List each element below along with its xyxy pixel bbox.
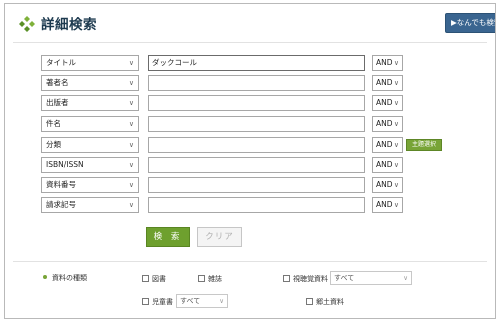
operator-select-value: AND — [376, 119, 393, 128]
field-select[interactable]: 分類 ∨ — [41, 137, 139, 153]
operator-select[interactable]: AND ∨ — [372, 157, 403, 173]
chevron-down-icon: ∨ — [393, 99, 399, 107]
page-title: 詳細検索 — [41, 17, 97, 33]
chevron-down-icon: ∨ — [128, 161, 134, 169]
keyword-input[interactable] — [148, 75, 365, 91]
field-select-value: タイトル — [46, 58, 76, 67]
checkbox-audiovisual[interactable]: 視聴覚資料 — [283, 274, 328, 284]
material-type-label-text: 資料の種類 — [52, 274, 87, 282]
checkbox-label: 雑誌 — [208, 275, 222, 283]
chevron-down-icon: ∨ — [393, 201, 399, 209]
field-select-value: 件名 — [46, 119, 61, 128]
operator-select-value: AND — [376, 140, 393, 149]
chevron-down-icon: ∨ — [393, 79, 399, 87]
keyword-input[interactable] — [148, 95, 365, 111]
section-divider — [13, 261, 487, 262]
bullet-icon — [43, 275, 47, 279]
field-select[interactable]: 請求記号 ∨ — [41, 197, 139, 213]
operator-select-value: AND — [376, 180, 393, 189]
audiovisual-type-select[interactable]: すべて ∨ — [330, 271, 412, 285]
field-select[interactable]: ISBN/ISSN ∨ — [41, 157, 139, 173]
checkbox-magazines[interactable]: 雑誌 — [198, 274, 222, 284]
field-select[interactable]: 資料番号 ∨ — [41, 177, 139, 193]
operator-select-value: AND — [376, 200, 393, 209]
checkbox-box[interactable] — [198, 274, 205, 282]
checkbox-childrens-books[interactable]: 児童書 — [142, 297, 173, 307]
keyword-input[interactable] — [148, 116, 365, 132]
operator-select-value: AND — [376, 78, 393, 87]
operator-select-value: AND — [376, 160, 393, 169]
field-select-value: 出版者 — [46, 98, 69, 107]
subject-select-button[interactable]: 主題選択 — [406, 139, 442, 151]
advanced-search-panel: 詳細検索 ▶なんでも検索 タイトル∨ ダックコール AND∨ 著者名∨ AND∨… — [4, 3, 496, 319]
field-select-value: 資料番号 — [46, 180, 76, 189]
field-select-value: 分類 — [46, 140, 61, 149]
chevron-down-icon: ∨ — [128, 79, 134, 87]
operator-select[interactable]: AND ∨ — [372, 95, 403, 111]
chevron-down-icon: ∨ — [128, 201, 134, 209]
search-button[interactable]: 検 索 — [146, 227, 190, 247]
operator-select[interactable]: AND ∨ — [372, 137, 403, 153]
chevron-down-icon: ∨ — [128, 59, 134, 67]
select-value: すべて — [334, 274, 355, 282]
checkbox-box[interactable] — [142, 274, 149, 282]
childrens-type-select[interactable]: すべて ∨ — [176, 294, 228, 308]
checkbox-books[interactable]: 図書 — [142, 274, 166, 284]
operator-select-value: AND — [376, 58, 393, 67]
checkbox-label: 児童書 — [152, 298, 173, 306]
keyword-input[interactable] — [148, 197, 365, 213]
chevron-down-icon: ∨ — [403, 274, 408, 282]
chevron-down-icon: ∨ — [393, 161, 399, 169]
chevron-down-icon: ∨ — [393, 141, 399, 149]
field-select[interactable]: タイトル ∨ — [41, 55, 139, 71]
operator-select[interactable]: AND ∨ — [372, 177, 403, 193]
operator-select[interactable]: AND ∨ — [372, 116, 403, 132]
operator-select[interactable]: AND ∨ — [372, 75, 403, 91]
chevron-down-icon: ∨ — [128, 181, 134, 189]
checkbox-box[interactable] — [306, 297, 313, 305]
keyword-input[interactable]: ダックコール — [148, 55, 365, 71]
operator-select-value: AND — [376, 98, 393, 107]
chevron-down-icon: ∨ — [393, 181, 399, 189]
checkbox-label: 郷土資料 — [316, 298, 344, 306]
chevron-down-icon: ∨ — [128, 99, 134, 107]
chevron-down-icon: ∨ — [128, 141, 134, 149]
checkbox-label: 視聴覚資料 — [293, 275, 328, 283]
field-select[interactable]: 著者名 ∨ — [41, 75, 139, 91]
field-select[interactable]: 出版者 ∨ — [41, 95, 139, 111]
field-select-value: ISBN/ISSN — [46, 160, 84, 169]
field-select-value: 請求記号 — [46, 200, 76, 209]
operator-select[interactable]: AND ∨ — [372, 55, 403, 71]
checkbox-box[interactable] — [142, 297, 149, 305]
operator-select[interactable]: AND ∨ — [372, 197, 403, 213]
field-select-value: 著者名 — [46, 78, 69, 87]
chevron-down-icon: ∨ — [393, 120, 399, 128]
keyword-input[interactable] — [148, 177, 365, 193]
checkbox-local-materials[interactable]: 郷土資料 — [306, 297, 344, 307]
keyword-input[interactable] — [148, 157, 365, 173]
chevron-down-icon: ∨ — [128, 120, 134, 128]
keyword-input[interactable] — [148, 137, 365, 153]
checkbox-label: 図書 — [152, 275, 166, 283]
select-value: すべて — [180, 297, 201, 305]
header: 詳細検索 ▶なんでも検索 — [5, 4, 495, 40]
clear-button[interactable]: クリア — [197, 227, 242, 247]
green-diamond-cluster-icon — [19, 16, 35, 32]
chevron-down-icon: ∨ — [393, 59, 399, 67]
material-type-label: 資料の種類 — [43, 273, 87, 283]
free-search-button[interactable]: ▶なんでも検索 — [445, 13, 495, 33]
checkbox-box[interactable] — [283, 274, 290, 282]
chevron-down-icon: ∨ — [219, 297, 224, 305]
field-select[interactable]: 件名 ∨ — [41, 116, 139, 132]
header-divider — [13, 42, 487, 43]
